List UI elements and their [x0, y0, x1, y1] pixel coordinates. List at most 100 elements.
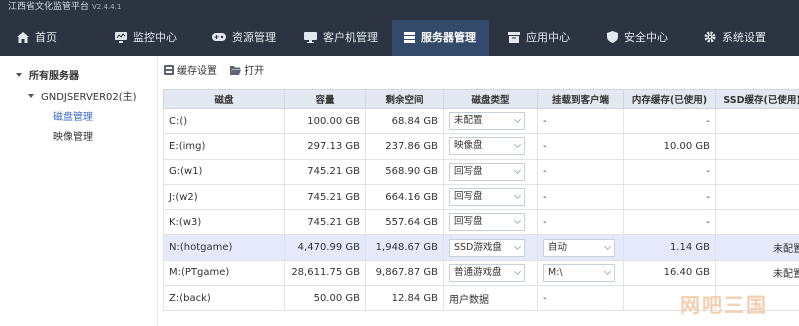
disk-type-cell: SSD游戏盘: [443, 234, 538, 261]
disk-name-cell: M:(PTgame): [163, 259, 285, 287]
column-header-memory-cache[interactable]: 内存缓存(已使用): [623, 89, 716, 109]
disk-type-cell: 映像盘: [443, 133, 538, 160]
disk-name-cell: G:(w1): [163, 158, 285, 185]
monitor-icon: [115, 31, 127, 43]
nav-label: 服务器管理: [421, 31, 476, 44]
mount-client-select[interactable]: 自动: [543, 238, 615, 257]
tree-server-node[interactable]: GNDJSERVER02(主): [28, 88, 137, 103]
open-label: 打开: [244, 66, 265, 77]
mount-client-cell: -: [537, 107, 624, 135]
tree-root-label: 所有服务器: [29, 71, 79, 82]
table-row[interactable]: N:(hotgame) 4,470.99 GB 1,948.67 GB SSD游戏盘 自…: [163, 234, 799, 261]
memory-cache-cell: -: [623, 107, 716, 135]
mount-client-cell: -: [537, 209, 624, 236]
nav-app-center[interactable]: 应用中心: [508, 20, 570, 56]
sidebar-item-image-management[interactable]: 映像管理: [53, 128, 93, 143]
app-title-text: 江西省文化监管平台: [8, 2, 90, 12]
capacity-cell: 745.21 GB: [284, 209, 366, 236]
column-header-capacity[interactable]: 容量: [284, 89, 366, 109]
mount-client-cell: -: [537, 183, 624, 211]
nav-label: 安全中心: [624, 31, 668, 44]
column-header-free-space[interactable]: 剩余空间: [365, 89, 444, 109]
nav-home[interactable]: 首页: [17, 20, 57, 56]
disk-type-select[interactable]: 回写盘: [449, 188, 525, 207]
mount-client-cell: -: [537, 158, 624, 185]
free-space-cell: 9,867.87 GB: [365, 259, 444, 287]
column-header-mount-client[interactable]: 挂载到客户端: [537, 89, 624, 109]
mount-client-select[interactable]: M:\: [543, 263, 615, 282]
nav-resources[interactable]: 资源管理: [212, 20, 276, 56]
disk-name-cell: Z:(back): [163, 285, 285, 312]
nav-label: 应用中心: [526, 31, 570, 44]
expand-caret-icon[interactable]: [28, 94, 34, 98]
disk-type-select[interactable]: 未配置: [449, 112, 525, 131]
app-box-icon: [508, 31, 520, 43]
column-header-disk-type[interactable]: 磁盘类型: [443, 89, 538, 109]
ssd-cache-cell: -: [715, 209, 799, 236]
table-row[interactable]: G:(w1)745.21 GB568.90 GB回写盘---: [163, 158, 799, 185]
app-title: 江西省文化监管平台 V2.4.4.1: [8, 0, 121, 14]
gear-icon: [704, 31, 716, 43]
mount-client-select-value: M:\: [548, 266, 563, 278]
free-space-cell: 664.16 GB: [365, 183, 444, 211]
memory-cache-cell: -: [623, 209, 716, 236]
nav-label: 客户机管理: [323, 31, 378, 44]
nav-security[interactable]: 安全中心: [607, 20, 668, 56]
chevron-down-icon: [513, 166, 522, 174]
ssd-cache-cell: -: [715, 158, 799, 185]
gamepad-icon: [212, 33, 226, 41]
sidebar-item-disk-management[interactable]: 磁盘管理: [53, 108, 93, 123]
table-row[interactable]: E:(img)297.13 GB237.86 GB 映像盘 -10.00 GB-: [163, 133, 799, 160]
disk-type-select[interactable]: 回写盘: [449, 213, 525, 232]
table-row[interactable]: K:(w3)745.21 GB557.64 GB回写盘---: [163, 209, 799, 236]
disk-name-cell: J:(w2): [163, 183, 285, 211]
disk-type-select[interactable]: 回写盘: [449, 162, 525, 181]
table-row[interactable]: J:(w2)745.21 GB664.16 GB回写盘---: [163, 183, 799, 211]
mount-client-cell: -: [537, 133, 624, 160]
disk-type-cell: 未配置: [443, 107, 538, 135]
open-button[interactable]: 打开: [230, 63, 264, 81]
nav-clients[interactable]: 客户机管理: [304, 20, 378, 56]
ssd-cache-cell: -: [715, 133, 799, 160]
main-nav: 首页 监控中心 资源管理 客户机管理 服务器管理 应用中心 安全中心 系统设置: [0, 20, 799, 56]
disk-type-select-value: 未配置: [454, 115, 483, 127]
tree-root[interactable]: 所有服务器: [16, 67, 79, 82]
column-header-disk[interactable]: 磁盘: [163, 89, 285, 109]
disk-type-select[interactable]: 普通游戏盘: [449, 263, 525, 282]
disk-name-cell: N:(hotgame): [163, 234, 285, 261]
watermark: 网吧三国: [680, 293, 768, 317]
nav-monitor[interactable]: 监控中心: [115, 20, 177, 56]
memory-cache-cell: -: [623, 183, 716, 211]
disk-type-select-value: 回写盘: [454, 165, 483, 177]
ssd-cache-cell: 未配置: [715, 259, 799, 287]
disk-type-cell: 回写盘: [443, 183, 538, 211]
toolbar: 缓存设置 打开: [164, 63, 274, 81]
ssd-cache-cell: 未配置: [715, 234, 799, 261]
table-row[interactable]: M:(PTgame) 28,611.75 GB 9,867.87 GB 普通游戏盘 M:…: [163, 259, 799, 287]
desktop-icon: [304, 31, 317, 43]
disk-type-select[interactable]: SSD游戏盘: [449, 238, 525, 257]
capacity-cell: 28,611.75 GB: [284, 259, 366, 287]
expand-caret-icon[interactable]: [16, 73, 22, 77]
disk-type-select[interactable]: 映像盘: [449, 137, 525, 156]
disk-type-cell: 用户数据: [443, 285, 538, 312]
chevron-down-icon: [513, 267, 522, 275]
table-row[interactable]: C:()100.00 GB68.84 GB未配置---: [163, 107, 799, 135]
mount-client-cell: -: [537, 285, 624, 312]
nav-system-settings[interactable]: 系统设置: [704, 20, 766, 56]
nav-server-management[interactable]: 服务器管理: [392, 20, 489, 56]
free-space-cell: 68.84 GB: [365, 107, 444, 135]
disk-name-cell: C:(): [163, 107, 285, 135]
free-space-cell: 237.86 GB: [365, 133, 444, 160]
home-icon: [17, 31, 29, 43]
free-space-cell: 1,948.67 GB: [365, 234, 444, 261]
cache-settings-button[interactable]: 缓存设置: [164, 63, 217, 81]
chevron-down-icon: [513, 116, 522, 124]
free-space-cell: 12.84 GB: [365, 285, 444, 312]
disk-table: 磁盘 容量 剩余空间 磁盘类型 挂载到客户端 内存缓存(已使用) SSD缓存(已…: [163, 89, 799, 312]
capacity-cell: 745.21 GB: [284, 158, 366, 185]
memory-cache-cell: -: [623, 158, 716, 185]
column-header-ssd-cache[interactable]: SSD缓存(已使用): [715, 89, 799, 109]
disk-type-select-value: 普通游戏盘: [454, 266, 502, 278]
capacity-cell: 297.13 GB: [284, 133, 366, 160]
